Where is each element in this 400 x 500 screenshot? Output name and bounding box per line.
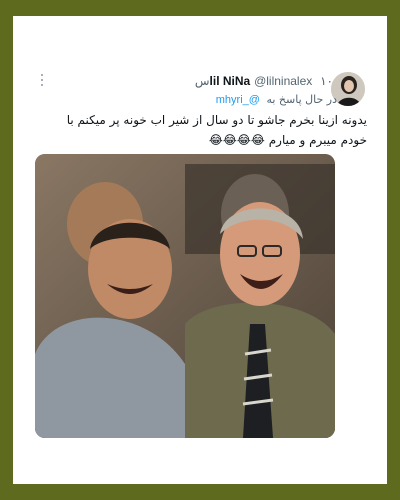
reply-prefix: در حال پاسخ به (266, 93, 337, 106)
reply-context: در حال پاسخ به @_mhyri (77, 92, 337, 108)
tweet-card-frame: lil NiNa @lilninalex ۱۰س در حال پاسخ به … (13, 16, 387, 484)
tweet-media-image[interactable] (35, 154, 335, 438)
photo-two-men-laughing (35, 154, 335, 438)
display-name[interactable]: lil NiNa (210, 74, 251, 88)
tweet-text-line-2: خودم میبرم و میارم 😂😂😂😂 (208, 133, 367, 147)
tweet-text-line-1: یدونه ازینا بخرم جاشو تا دو سال از شیر ا… (66, 113, 367, 127)
more-dots-icon[interactable] (39, 74, 45, 90)
reply-mention-link[interactable]: @_mhyri (216, 94, 260, 106)
tweet-header: lil NiNa @lilninalex ۱۰س (77, 72, 337, 90)
tweet-text: یدونه ازینا بخرم جاشو تا دو سال از شیر ا… (57, 110, 367, 150)
user-handle[interactable]: @lilninalex (254, 74, 312, 88)
